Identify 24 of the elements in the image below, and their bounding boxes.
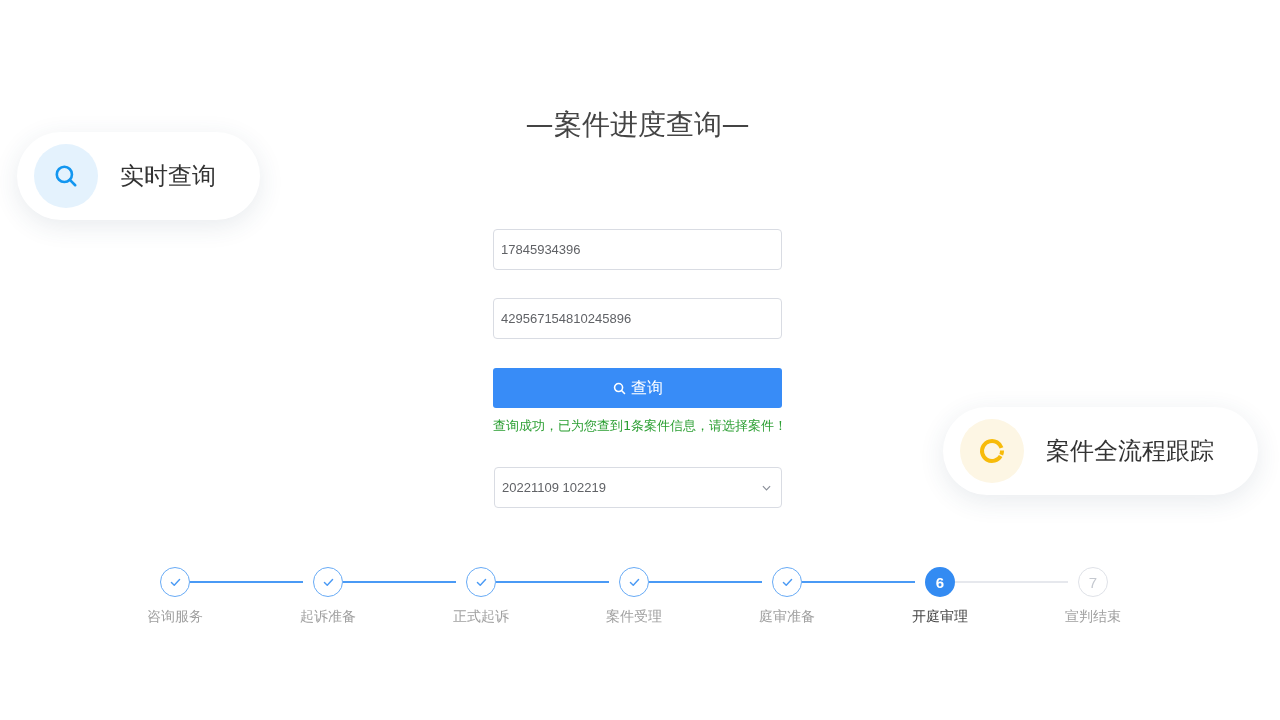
step-label: 咨询服务 bbox=[147, 607, 203, 625]
check-icon bbox=[169, 577, 181, 587]
check-icon bbox=[322, 577, 334, 587]
feature-label: 案件全流程跟踪 bbox=[1046, 436, 1214, 467]
page-title: —案件进度查询— bbox=[525, 109, 750, 141]
status-message: 查询成功，已为您查到1条案件信息，请选择案件！ bbox=[493, 417, 788, 435]
chevron-down-icon bbox=[762, 484, 771, 491]
step-label: 起诉准备 bbox=[300, 607, 356, 625]
search-icon bbox=[612, 381, 626, 395]
feature-label: 实时查询 bbox=[120, 161, 216, 192]
step-label: 开庭审理 bbox=[912, 607, 968, 625]
query-button[interactable]: 查询 bbox=[493, 368, 782, 408]
case-dropdown[interactable]: 20221109 102219 bbox=[494, 467, 782, 508]
check-icon bbox=[628, 577, 640, 587]
step-label: 案件受理 bbox=[606, 607, 662, 625]
input-field[interactable]: 17845934396 bbox=[493, 229, 782, 270]
step-label: 庭审准备 bbox=[759, 607, 815, 625]
check-icon bbox=[781, 577, 793, 587]
check-icon bbox=[475, 577, 487, 587]
input-field[interactable]: 429567154810245896 bbox=[493, 298, 782, 339]
step-indicator: 7 bbox=[1078, 567, 1108, 597]
step-label: 宣判结束 bbox=[1065, 607, 1121, 625]
step-label: 正式起诉 bbox=[453, 607, 509, 625]
step-indicator: 6 bbox=[925, 567, 955, 597]
